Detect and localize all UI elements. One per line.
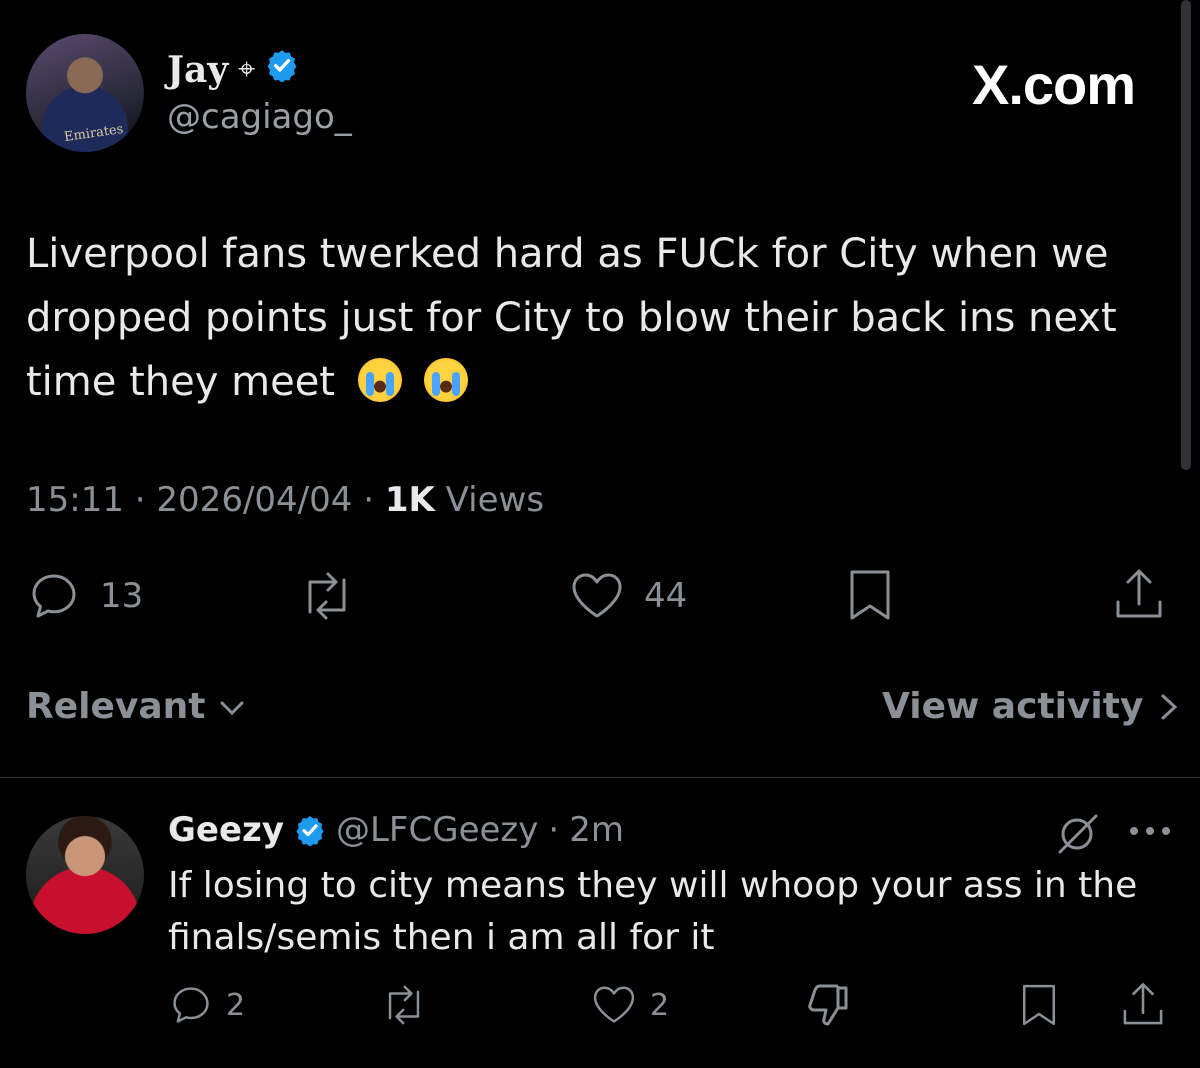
more-button[interactable]	[1128, 816, 1172, 851]
reply-text-line: finals/semis then i am all for it	[168, 917, 715, 958]
bookmark-icon	[850, 570, 890, 620]
crying-emoji-icon	[357, 358, 402, 402]
meta-separator: ·	[363, 480, 375, 520]
reply-reply-button[interactable]: 2	[168, 982, 245, 1028]
heart-icon	[593, 986, 635, 1023]
reply-count: 13	[100, 576, 144, 616]
verified-badge-icon	[265, 48, 299, 91]
reply-header: Geezy @LFCGeezy · 2m	[168, 810, 624, 850]
avatar-shirt-text: Emirates	[63, 121, 125, 146]
reply-bookmark-button[interactable]	[1016, 980, 1062, 1030]
reply-like-button[interactable]: 2	[590, 982, 669, 1028]
chevron-right-icon	[1161, 694, 1178, 719]
tweet-text-line: Liverpool fans twerked hard as FUCk for …	[26, 231, 1109, 277]
reply-reply-count: 2	[226, 987, 246, 1023]
like-button[interactable]: 44	[568, 568, 687, 624]
reply-downvote-button[interactable]	[804, 980, 852, 1030]
tweet-text-line: dropped points just for City to blow the…	[26, 295, 1117, 341]
reply-author-name[interactable]: Geezy	[168, 810, 284, 850]
scrollbar[interactable]	[1181, 0, 1191, 470]
meta-separator: ·	[134, 480, 146, 520]
tweet-meta: 15:11 · 2026/04/04 · 1K Views	[26, 480, 544, 520]
views-label: Views	[445, 480, 545, 520]
bookmark-icon	[1022, 984, 1056, 1026]
heart-icon	[572, 573, 622, 618]
view-activity-label: View activity	[882, 686, 1144, 727]
reply-like-count: 2	[650, 987, 670, 1023]
reply-text-line: If losing to city means they will whoop …	[168, 865, 1138, 906]
grok-icon	[1058, 814, 1098, 854]
divider	[0, 777, 1200, 778]
crying-emoji-icon	[424, 358, 469, 402]
verified-badge-icon	[296, 816, 324, 846]
repost-icon	[388, 985, 420, 1025]
reply-age[interactable]: 2m	[569, 810, 624, 850]
name-emoji: ⌖	[238, 52, 256, 87]
tweet-text-line: time they meet	[26, 350, 1156, 414]
share-icon	[1123, 983, 1163, 1025]
speech-bubble-icon	[173, 987, 209, 1023]
author-handle[interactable]: @cagiago_	[167, 97, 352, 137]
repost-icon	[308, 572, 346, 620]
tweet-time[interactable]: 15:11	[26, 480, 124, 520]
bookmark-button[interactable]	[842, 566, 898, 624]
share-icon	[1116, 569, 1162, 618]
tweet-text: Liverpool fans twerked hard as FUCk for …	[26, 222, 1156, 414]
reply-button[interactable]: 13	[26, 568, 143, 624]
chevron-down-icon	[220, 701, 243, 715]
reply-author-avatar[interactable]	[26, 816, 144, 934]
meta-separator: ·	[548, 810, 560, 850]
speech-bubble-icon	[32, 574, 76, 618]
share-button[interactable]	[1110, 566, 1168, 624]
repost-button[interactable]	[296, 568, 358, 624]
like-count: 44	[644, 576, 688, 616]
grok-button[interactable]	[1052, 808, 1102, 863]
reply-repost-button[interactable]	[378, 982, 430, 1028]
thumbs-down-icon	[808, 984, 848, 1026]
reply-text: If losing to city means they will whoop …	[168, 860, 1168, 964]
reply-share-button[interactable]	[1118, 980, 1168, 1030]
sort-relevant-label: Relevant	[26, 686, 206, 727]
view-activity-link[interactable]: View activity	[882, 686, 1181, 727]
tweet-date[interactable]: 2026/04/04	[156, 480, 352, 520]
more-icon	[1130, 827, 1170, 835]
author-name-row[interactable]: Jay ⌖	[167, 48, 299, 91]
author-avatar[interactable]: Emirates	[26, 34, 144, 152]
reply-author-handle[interactable]: @LFCGeezy	[336, 810, 538, 850]
site-watermark: X.com	[972, 53, 1136, 116]
sort-relevant-dropdown[interactable]: Relevant	[26, 686, 248, 727]
views-count: 1K	[384, 480, 435, 520]
author-display-name: Jay	[167, 48, 229, 91]
tweet-text-line-3: time they meet	[26, 359, 335, 405]
